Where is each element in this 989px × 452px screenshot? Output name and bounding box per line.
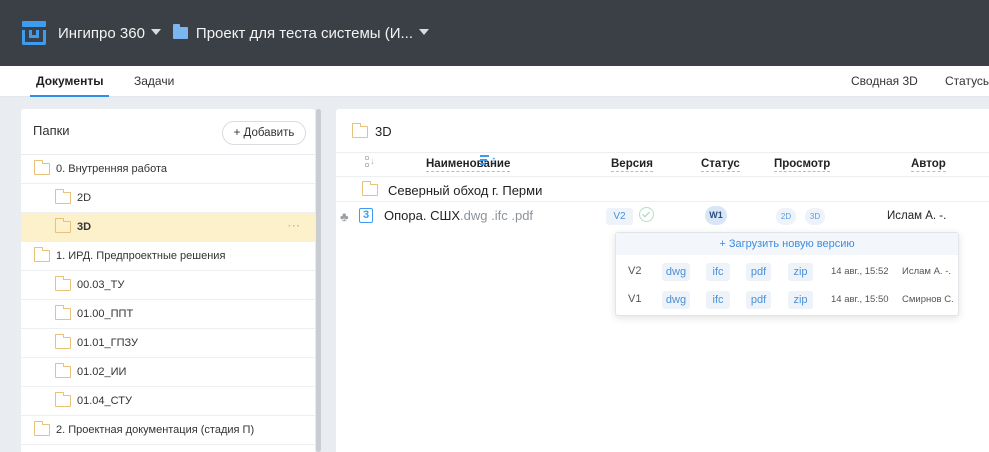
- project-chevron-down-icon[interactable]: [419, 29, 430, 35]
- tree-item[interactable]: 00.03_ТУ: [21, 271, 315, 300]
- documents-panel-header: 3D: [336, 109, 989, 153]
- more-options-icon[interactable]: ···: [288, 221, 301, 232]
- sort-toggle-icon[interactable]: ↓: [364, 156, 375, 170]
- folders-panel-header: Папки + Добавить: [21, 109, 315, 155]
- version-label: V2: [628, 265, 642, 277]
- tree-item-label: 01.02_ИИ: [77, 366, 127, 378]
- tree-item-label: 01.01_ГПЗУ: [77, 337, 139, 349]
- tree-item-label: 0. Внутренняя работа: [56, 163, 167, 175]
- column-header-author[interactable]: Автор: [911, 157, 946, 172]
- current-folder-title: 3D: [375, 124, 392, 139]
- tree-item[interactable]: 01.02_ИИ: [21, 358, 315, 387]
- preview-3d-button[interactable]: 3D: [805, 208, 825, 225]
- folder-icon: [55, 218, 71, 233]
- version-label: V1: [628, 293, 642, 305]
- column-header-preview[interactable]: Просмотр: [774, 157, 831, 172]
- table-row-file[interactable]: ♣ 3 Опора. СШХ.dwg .ifc .pdf V2 W1 2D 3D…: [336, 202, 989, 231]
- tree-item[interactable]: 01.01_ГПЗУ: [21, 329, 315, 358]
- tab-tasks[interactable]: Задачи: [134, 66, 174, 97]
- subfolder-label: Северный обход г. Перми: [388, 183, 543, 198]
- download-pdf-button[interactable]: pdf: [746, 263, 771, 281]
- sort-ascending-icon[interactable]: ↑: [480, 154, 498, 168]
- folder-icon: [55, 363, 71, 378]
- tree-item-label: 2D: [77, 192, 92, 204]
- app-logo-icon[interactable]: [22, 21, 46, 45]
- download-dwg-button[interactable]: dwg: [662, 263, 690, 281]
- model-group-icon: ♣: [340, 209, 349, 224]
- project-folder-icon: [172, 24, 188, 39]
- preview-2d-button[interactable]: 2D: [776, 208, 796, 225]
- folder-icon: [55, 276, 71, 291]
- file-count-badge: 3: [359, 208, 373, 223]
- tree-item[interactable]: 2. Проектная документация (стадия П): [21, 416, 315, 445]
- folder-icon: [34, 421, 50, 436]
- download-ifc-button[interactable]: ifc: [706, 263, 730, 281]
- folder-icon: [352, 123, 368, 138]
- tree-item[interactable]: 2D: [21, 184, 315, 213]
- version-date: 14 авг., 15:52: [831, 266, 889, 277]
- folders-panel: Папки + Добавить 0. Внутренняя работа 2D…: [21, 109, 315, 452]
- tree-item-selected[interactable]: 3D ···: [21, 213, 315, 242]
- file-ext-extra: .ifc .pdf: [491, 208, 534, 223]
- download-ifc-button[interactable]: ifc: [706, 291, 730, 309]
- download-zip-button[interactable]: zip: [788, 291, 813, 309]
- status-badge[interactable]: W1: [705, 206, 727, 225]
- folder-icon: [55, 189, 71, 204]
- tree-item[interactable]: 1. ИРД. Предпроектные решения: [21, 242, 315, 271]
- folder-icon: [55, 334, 71, 349]
- tab-summary-3d[interactable]: Сводная 3D: [851, 66, 918, 97]
- tree-item-label: 1. ИРД. Предпроектные решения: [56, 250, 226, 262]
- list-item-subfolder[interactable]: Северный обход г. Перми: [336, 177, 989, 202]
- tab-statuses[interactable]: Статусы: [945, 66, 989, 97]
- folder-icon: [34, 160, 50, 175]
- folders-scrollbar[interactable]: [316, 109, 321, 452]
- download-dwg-button[interactable]: dwg: [662, 291, 690, 309]
- tree-item-label: 2. Проектная документация (стадия П): [56, 424, 255, 436]
- folder-icon: [55, 392, 71, 407]
- tree-item-label: 01.04_СТУ: [77, 395, 132, 407]
- column-header-version[interactable]: Версия: [611, 157, 653, 172]
- add-folder-button[interactable]: + Добавить: [222, 121, 306, 145]
- tree-item[interactable]: 0. Внутренняя работа: [21, 155, 315, 184]
- versions-popup: + Загрузить новую версию V2 dwg ifc pdf …: [615, 232, 959, 316]
- tabs-bar: Документы Задачи Сводная 3D Статусы: [0, 66, 989, 97]
- column-header-status[interactable]: Статус: [701, 157, 740, 172]
- app-switch-chevron-icon[interactable]: [150, 29, 161, 35]
- folders-panel-title: Папки: [33, 123, 70, 138]
- version-chip[interactable]: V2: [606, 208, 633, 225]
- app-header: Ингипро 360 Проект для теста системы (И.…: [0, 0, 989, 66]
- upload-new-version-button[interactable]: + Загрузить новую версию: [616, 233, 958, 255]
- download-zip-button[interactable]: zip: [788, 263, 813, 281]
- version-row: V2 dwg ifc pdf zip 14 авг., 15:52 Ислам …: [616, 260, 958, 284]
- file-name[interactable]: Опора. СШХ.dwg .ifc .pdf: [384, 208, 533, 223]
- tab-documents[interactable]: Документы: [29, 66, 111, 97]
- folder-icon: [55, 305, 71, 320]
- folder-icon: [34, 247, 50, 262]
- tree-item-label: 01.00_ППТ: [77, 308, 134, 320]
- file-name-text: Опора. СШХ: [384, 208, 461, 223]
- tree-item[interactable]: 01.04_СТУ: [21, 387, 315, 416]
- version-author: Смирнов С.: [902, 294, 954, 305]
- file-author: Ислам А. -.: [887, 210, 947, 222]
- download-pdf-button[interactable]: pdf: [746, 291, 771, 309]
- folder-icon: [362, 181, 378, 196]
- tree-item-label: 00.03_ТУ: [77, 279, 125, 291]
- file-ext-main: .dwg: [460, 208, 488, 223]
- app-name[interactable]: Ингипро 360: [58, 25, 145, 42]
- version-row: V1 dwg ifc pdf zip 14 авг., 15:50 Смирно…: [616, 288, 958, 312]
- tree-item-label: 3D: [77, 221, 92, 233]
- tree-item[interactable]: 01.00_ППТ: [21, 300, 315, 329]
- project-selector[interactable]: Проект для теста системы (И...: [196, 25, 413, 42]
- approved-check-icon[interactable]: [639, 207, 654, 222]
- version-author: Ислам А. -.: [902, 266, 951, 277]
- version-date: 14 авг., 15:50: [831, 294, 889, 305]
